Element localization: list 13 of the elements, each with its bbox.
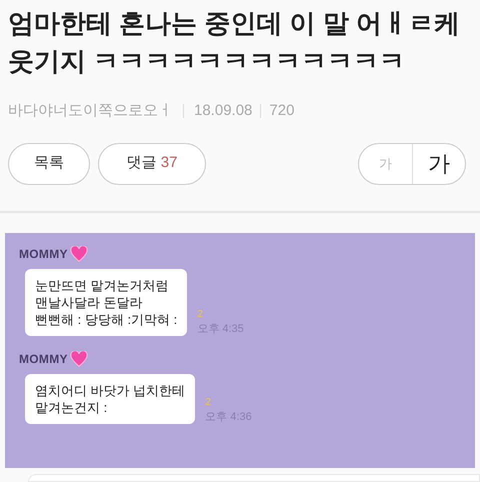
post-title: 엄마한테 혼나는 중인데 이 말 어ㅐㄹ케 웃기지 ㅋㅋㅋㅋㅋㅋㅋㅋㅋㅋㅋㅋ bbox=[8, 7, 462, 78]
unread-count: 2 bbox=[205, 396, 212, 410]
view-count: 720 bbox=[269, 101, 294, 121]
sender-name: MOMMY bbox=[19, 350, 68, 368]
message-bubble: 염치어디 바닷가 넙치한테 맡겨논건지 : bbox=[25, 374, 196, 424]
comments-button[interactable]: 댓글 37 bbox=[98, 142, 206, 184]
post-date: 18.09.08 bbox=[194, 101, 252, 121]
author-name: 바다야너도이쪽으로오ㅓ bbox=[8, 101, 173, 121]
list-button[interactable]: 목록 bbox=[8, 142, 90, 184]
unread-count: 2 bbox=[197, 308, 204, 322]
sender-name: MOMMY bbox=[19, 246, 68, 262]
message-bubble: 눈만뜨면 맡겨논거처럼 맨날사달라 돈달라 뻔뻔해 : 당당해 :기막혀 : bbox=[25, 268, 188, 336]
font-large-button[interactable]: 가 bbox=[412, 144, 465, 184]
